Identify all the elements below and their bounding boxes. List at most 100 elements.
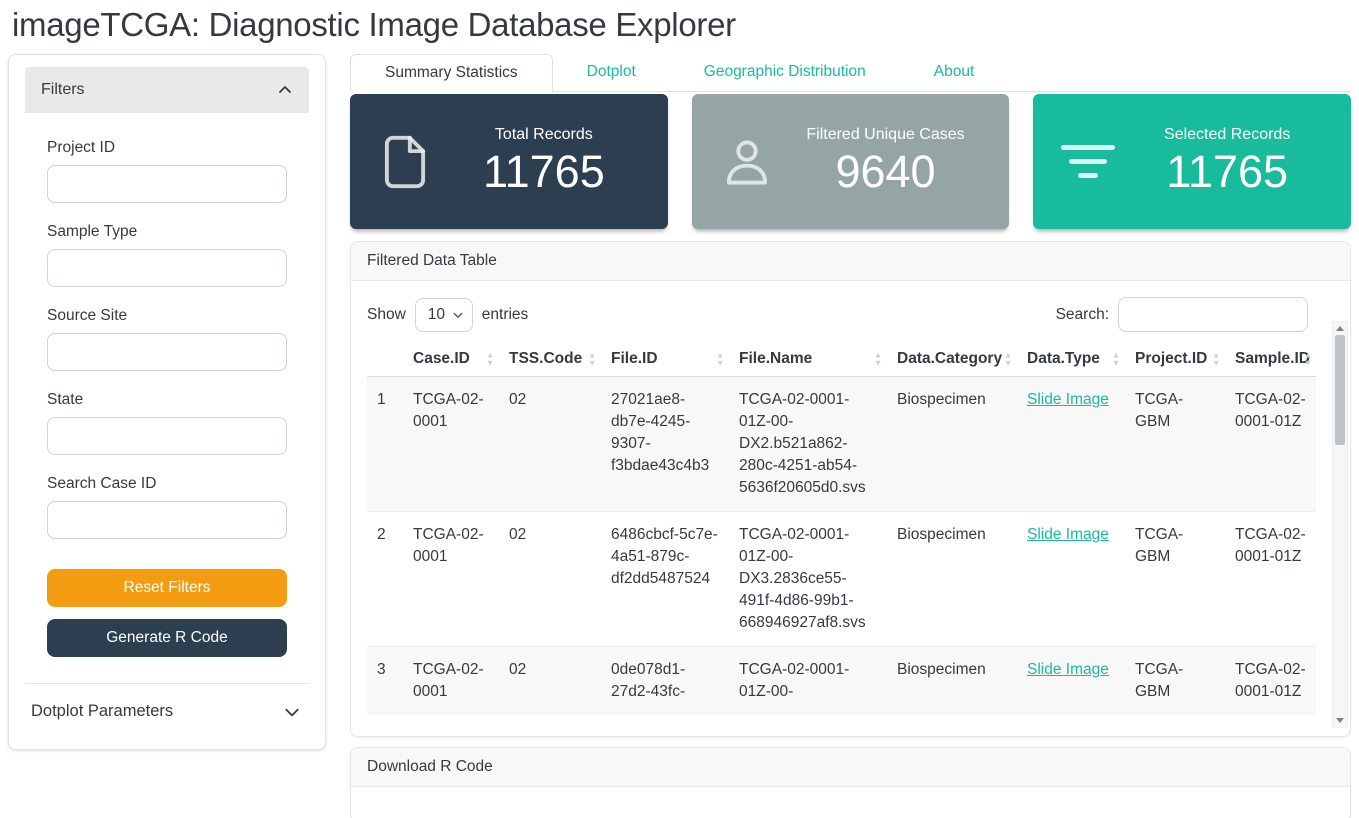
table-search-input[interactable] — [1118, 297, 1308, 332]
column-header-case-id[interactable]: Case.ID▲▼ — [403, 342, 499, 377]
table-card-body: Show 10 entries Search: — [351, 281, 1350, 736]
sample-id-cell: TCGA-02-0001-01Z — [1225, 377, 1316, 512]
filtered-data-table: Case.ID▲▼ TSS.Code▲▼ File.ID▲▼ File.Name… — [367, 342, 1316, 715]
up-arrow-icon — [1336, 326, 1344, 331]
source-site-field[interactable] — [47, 333, 287, 371]
sidebar: Filters Project ID Sample Type Source Si… — [8, 54, 326, 750]
tss-code-cell: 02 — [499, 377, 601, 512]
file-name-cell: TCGA-02-0001-01Z-00-DX3.2836ce55-491f-4d… — [729, 512, 887, 647]
entries-label: entries — [482, 306, 529, 324]
file-name-cell: TCGA-02-0001-01Z-00-DX2.b521a862-280c-42… — [729, 377, 887, 512]
down-arrow-icon — [1336, 718, 1344, 723]
tab-summary-statistics[interactable]: Summary Statistics — [350, 54, 553, 92]
tab-dotplot[interactable]: Dotplot — [553, 54, 670, 91]
sort-icon: ▲▼ — [1212, 351, 1220, 366]
column-header-tss-code[interactable]: TSS.Code▲▼ — [499, 342, 601, 377]
source-site-label: Source Site — [47, 307, 287, 325]
case-id-cell: TCGA-02-0001 — [403, 647, 499, 716]
column-header-sample-id[interactable]: Sample.ID▲▼ — [1225, 342, 1316, 377]
project-id-field[interactable] — [47, 165, 287, 203]
scrollbar-up-button[interactable] — [1333, 322, 1347, 335]
slide-image-link[interactable]: Slide Image — [1027, 526, 1109, 543]
state-label: State — [47, 391, 287, 409]
scrollbar-thumb[interactable] — [1335, 335, 1345, 445]
filters-accordion-header[interactable]: Filters — [25, 67, 309, 113]
download-card-title: Download R Code — [351, 748, 1350, 787]
tab-geographic-distribution[interactable]: Geographic Distribution — [670, 54, 900, 91]
column-header-rownum — [367, 342, 403, 377]
column-header-file-id[interactable]: File.ID▲▼ — [601, 342, 729, 377]
row-number: 2 — [367, 512, 403, 647]
data-category-cell: Biospecimen — [887, 647, 1017, 716]
generate-r-code-button[interactable]: Generate R Code — [47, 619, 287, 657]
page-title: imageTCGA: Diagnostic Image Database Exp… — [12, 6, 1359, 44]
row-number: 3 — [367, 647, 403, 716]
value-boxes: Total Records 11765 Filtered Unique Case… — [350, 94, 1351, 229]
project-id-label: Project ID — [47, 139, 287, 157]
value-box-value: 11765 — [446, 146, 642, 198]
state-field[interactable] — [47, 417, 287, 455]
sample-type-field[interactable] — [47, 249, 287, 287]
table-scrollbar[interactable] — [1332, 321, 1348, 728]
file-name-cell: TCGA-02-0001-01Z-00- — [729, 647, 887, 716]
chevron-down-icon — [283, 703, 301, 721]
sample-id-cell: TCGA-02-0001-01Z — [1225, 512, 1316, 647]
data-type-cell: Slide Image — [1017, 512, 1125, 647]
search-label: Search: — [1056, 306, 1109, 324]
chevron-up-icon — [277, 82, 293, 98]
table-row[interactable]: 3 TCGA-02-0001 02 0de078d1-27d2-43fc- TC… — [367, 647, 1316, 716]
sort-icon: ▲▼ — [486, 351, 494, 366]
main-content: Summary Statistics Dotplot Geographic Di… — [350, 54, 1351, 818]
value-box-value: 9640 — [788, 146, 984, 198]
sample-type-label: Sample Type — [47, 223, 287, 241]
column-header-file-name[interactable]: File.Name▲▼ — [729, 342, 887, 377]
sort-icon: ▲▼ — [716, 351, 724, 366]
file-id-cell: 0de078d1-27d2-43fc- — [601, 647, 729, 716]
sort-icon: ▲▼ — [588, 351, 596, 366]
table-search-control: Search: — [1056, 297, 1308, 332]
reset-filters-button[interactable]: Reset Filters — [47, 569, 287, 607]
page-length-control: Show 10 entries — [367, 298, 528, 332]
project-id-cell: TCGA-GBM — [1125, 377, 1225, 512]
table-card-title: Filtered Data Table — [351, 242, 1350, 281]
table-header-row: Case.ID▲▼ TSS.Code▲▼ File.ID▲▼ File.Name… — [367, 342, 1316, 377]
value-box-selected-records: Selected Records 11765 — [1033, 94, 1351, 229]
data-category-cell: Biospecimen — [887, 512, 1017, 647]
value-box-label: Filtered Unique Cases — [788, 126, 984, 144]
table-viewport: Case.ID▲▼ TSS.Code▲▼ File.ID▲▼ File.Name… — [367, 342, 1316, 724]
download-r-code-card: Download R Code — [350, 747, 1351, 818]
tss-code-cell: 02 — [499, 647, 601, 716]
sort-icon: ▲▼ — [1112, 351, 1120, 366]
row-number: 1 — [367, 377, 403, 512]
data-type-cell: Slide Image — [1017, 377, 1125, 512]
column-header-project-id[interactable]: Project.ID▲▼ — [1125, 342, 1225, 377]
file-id-cell: 6486cbcf-5c7e-4a51-879c-df2dd5487524 — [601, 512, 729, 647]
tab-about[interactable]: About — [900, 54, 1009, 91]
scrollbar-down-button[interactable] — [1333, 714, 1347, 727]
slide-image-link[interactable]: Slide Image — [1027, 391, 1109, 408]
sample-id-cell: TCGA-02-0001-01Z — [1225, 647, 1316, 716]
filters-body: Project ID Sample Type Source Site State… — [25, 113, 309, 683]
case-id-cell: TCGA-02-0001 — [403, 512, 499, 647]
value-box-value: 11765 — [1129, 146, 1325, 198]
person-icon — [718, 130, 788, 194]
column-header-data-type[interactable]: Data.Type▲▼ — [1017, 342, 1125, 377]
table-row[interactable]: 1 TCGA-02-0001 02 27021ae8-db7e-4245-930… — [367, 377, 1316, 512]
sort-icon: ▲▼ — [1004, 351, 1012, 366]
search-case-id-field[interactable] — [47, 501, 287, 539]
page-length-select[interactable]: 10 — [415, 298, 473, 332]
filters-title: Filters — [41, 81, 85, 99]
slide-image-link[interactable]: Slide Image — [1027, 661, 1109, 678]
file-icon — [376, 129, 446, 195]
sort-icon: ▲▼ — [874, 351, 882, 366]
dotplot-parameters-accordion-header[interactable]: Dotplot Parameters — [25, 683, 309, 737]
value-box-label: Total Records — [446, 126, 642, 144]
show-label: Show — [367, 306, 406, 324]
main-layout: Filters Project ID Sample Type Source Si… — [0, 54, 1359, 818]
project-id-cell: TCGA-GBM — [1125, 512, 1225, 647]
column-header-data-category[interactable]: Data.Category▲▼ — [887, 342, 1017, 377]
table-row[interactable]: 2 TCGA-02-0001 02 6486cbcf-5c7e-4a51-879… — [367, 512, 1316, 647]
value-box-label: Selected Records — [1129, 126, 1325, 144]
project-id-cell: TCGA-GBM — [1125, 647, 1225, 716]
table-controls: Show 10 entries Search: — [367, 297, 1334, 332]
